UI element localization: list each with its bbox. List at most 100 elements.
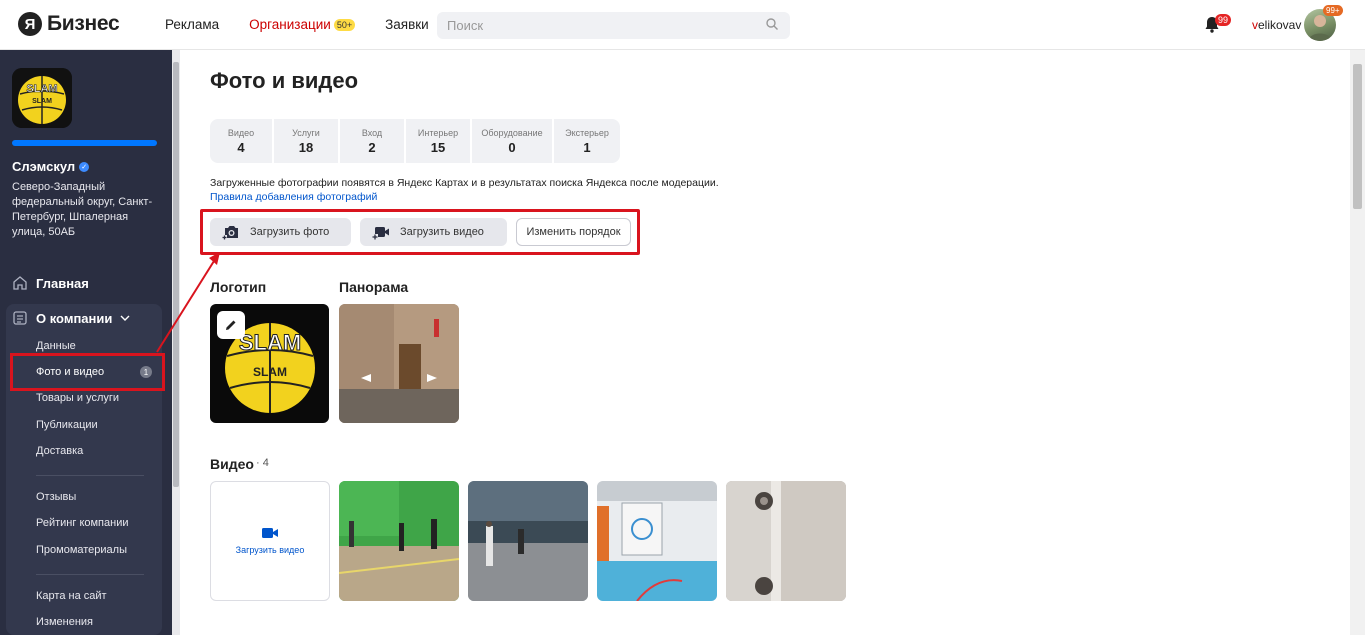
verified-icon: ✓ bbox=[79, 161, 90, 172]
nav-organizations[interactable]: Организации 50+ bbox=[249, 17, 356, 32]
sidebar-scrollbar-thumb[interactable] bbox=[173, 62, 179, 487]
video-camera-plus-icon bbox=[372, 227, 389, 240]
sidebar-item-rating[interactable]: Рейтинг компании bbox=[36, 517, 129, 529]
search-input[interactable] bbox=[437, 12, 790, 39]
sidebar-item-map-widget[interactable]: Карта на сайт bbox=[36, 590, 107, 602]
logo-section-title: Логотип bbox=[210, 279, 267, 295]
sidebar-item-publications[interactable]: Публикации bbox=[36, 419, 98, 431]
photo-rules-link[interactable]: Правила добавления фотографий bbox=[210, 191, 377, 203]
video-thumbnail-2[interactable] bbox=[468, 481, 588, 601]
nav-label: Организации bbox=[249, 17, 331, 32]
yandex-business-logo[interactable]: Я Бизнес bbox=[18, 12, 120, 36]
sidebar-item-about[interactable]: О компании bbox=[12, 310, 140, 326]
top-nav: Реклама Организации 50+ Заявки bbox=[165, 17, 459, 32]
panorama-thumbnail[interactable] bbox=[339, 304, 459, 423]
photo-stats: Видео 4 Услуги 18 Вход 2 Интерьер 15 Оборудо… bbox=[210, 119, 620, 163]
sidebar-item-data[interactable]: Данные bbox=[36, 340, 76, 352]
stat-value: 1 bbox=[583, 139, 591, 155]
sidebar-item-delivery[interactable]: Доставка bbox=[36, 445, 83, 457]
gym-video-image bbox=[339, 481, 459, 601]
stat-entrance[interactable]: Вход 2 bbox=[340, 119, 406, 163]
stat-equipment[interactable]: Оборудование 0 bbox=[472, 119, 554, 163]
stat-exterior[interactable]: Экстерьер 1 bbox=[554, 119, 620, 163]
upload-video-tile-label: Загрузить видео bbox=[235, 545, 305, 555]
basketball-logo-icon: SLAM SLAM bbox=[12, 68, 72, 128]
sidebar-item-label: Главная bbox=[36, 275, 89, 291]
sidebar-item-reviews[interactable]: Отзывы bbox=[36, 491, 76, 503]
button-label: Загрузить видео bbox=[400, 226, 484, 238]
company-logo[interactable]: SLAM SLAM bbox=[12, 68, 72, 128]
video-count: · 4 bbox=[256, 457, 269, 469]
page-scrollbar-thumb[interactable] bbox=[1353, 64, 1362, 209]
stat-label: Видео bbox=[227, 127, 255, 138]
button-label: Загрузить фото bbox=[250, 226, 330, 238]
upload-photo-button[interactable]: Загрузить фото bbox=[210, 218, 351, 246]
video-count-value: 4 bbox=[262, 457, 269, 469]
pencil-icon bbox=[226, 320, 236, 330]
sidebar-item-main[interactable]: Главная bbox=[12, 275, 89, 291]
sidebar-item-changes[interactable]: Изменения bbox=[36, 616, 93, 628]
door-video-image bbox=[726, 481, 846, 601]
company-address: Северо-Западный федеральный округ, Санкт… bbox=[12, 181, 153, 238]
top-bar: Я Бизнес Реклама Организации50+ Заявки 9… bbox=[0, 0, 1365, 50]
stat-value: 0 bbox=[508, 139, 516, 155]
stat-value: 18 bbox=[298, 139, 314, 155]
stat-interior[interactable]: Интерьер 15 bbox=[406, 119, 472, 163]
search-icon[interactable] bbox=[766, 18, 778, 30]
nav-advertising[interactable]: Реклама bbox=[165, 17, 219, 32]
sidebar-divider bbox=[36, 475, 144, 476]
home-icon bbox=[13, 276, 27, 290]
button-label: Изменить порядок bbox=[526, 226, 621, 238]
svg-text:SLAM: SLAM bbox=[26, 83, 57, 95]
notifications-badge: 99 bbox=[1215, 14, 1232, 26]
svg-text:SLAM: SLAM bbox=[32, 98, 52, 105]
sidebar-item-label: О компании bbox=[36, 310, 113, 326]
stat-value: 15 bbox=[430, 139, 446, 155]
page-title: Фото и видео bbox=[210, 68, 359, 93]
organizations-count-badge: 50+ bbox=[333, 18, 356, 31]
stat-label: Интерьер bbox=[417, 127, 459, 138]
company-name: Слэмскул ✓ bbox=[12, 159, 90, 174]
logo-text: Бизнес bbox=[47, 12, 120, 35]
camera-plus-icon bbox=[222, 226, 238, 240]
sidebar: SLAM SLAM Слэмскул ✓ Северо-Западный феде… bbox=[0, 50, 172, 635]
street-video-image bbox=[468, 481, 588, 601]
upload-video-button[interactable]: Загрузить видео bbox=[360, 218, 507, 246]
yandex-logo-icon: Я bbox=[18, 12, 42, 36]
nav-label: Реклама bbox=[165, 17, 220, 32]
stat-label: Вход bbox=[361, 127, 383, 138]
video-thumbnail-4[interactable] bbox=[726, 481, 846, 601]
stat-services[interactable]: Услуги 18 bbox=[274, 119, 340, 163]
sidebar-item-products[interactable]: Товары и услуги bbox=[36, 392, 119, 404]
document-icon bbox=[13, 311, 27, 325]
stat-label: Оборудование bbox=[481, 127, 543, 138]
video-thumbnail-1[interactable] bbox=[339, 481, 459, 601]
svg-text:SLAM: SLAM bbox=[253, 365, 287, 379]
nav-label: Заявки bbox=[385, 17, 429, 32]
nav-requests[interactable]: Заявки bbox=[385, 17, 429, 32]
change-order-button[interactable]: Изменить порядок bbox=[516, 218, 631, 246]
stat-video[interactable]: Видео 4 bbox=[210, 119, 274, 163]
username[interactable]: velikovav bbox=[1252, 18, 1301, 32]
sidebar-item-promo[interactable]: Промоматериалы bbox=[36, 544, 127, 556]
video-camera-icon bbox=[262, 528, 278, 538]
sidebar-divider bbox=[36, 574, 144, 575]
video-section-title: Видео bbox=[210, 456, 254, 472]
svg-text:SLAM: SLAM bbox=[239, 330, 301, 355]
username-rest: elikovav bbox=[1258, 18, 1302, 32]
profile-progress-bar bbox=[12, 140, 157, 146]
edit-logo-button[interactable] bbox=[217, 311, 245, 339]
stat-label: Услуги bbox=[292, 127, 320, 138]
panorama-image bbox=[339, 304, 459, 423]
panorama-section-title: Панорама bbox=[339, 279, 409, 295]
stat-value: 4 bbox=[237, 139, 245, 155]
stat-value: 2 bbox=[368, 139, 376, 155]
highlight-frame-sidebar bbox=[10, 353, 165, 391]
video-thumbnail-3[interactable] bbox=[597, 481, 717, 601]
company-name-text: Слэмскул bbox=[12, 159, 76, 174]
stat-label: Экстерьер bbox=[565, 127, 609, 138]
upload-video-tile[interactable]: Загрузить видео bbox=[210, 481, 330, 601]
avatar-badge: 99+ bbox=[1323, 5, 1343, 16]
chevron-down-icon bbox=[120, 315, 130, 321]
moderation-notice: Загруженные фотографии появятся в Яндекс… bbox=[210, 177, 719, 189]
